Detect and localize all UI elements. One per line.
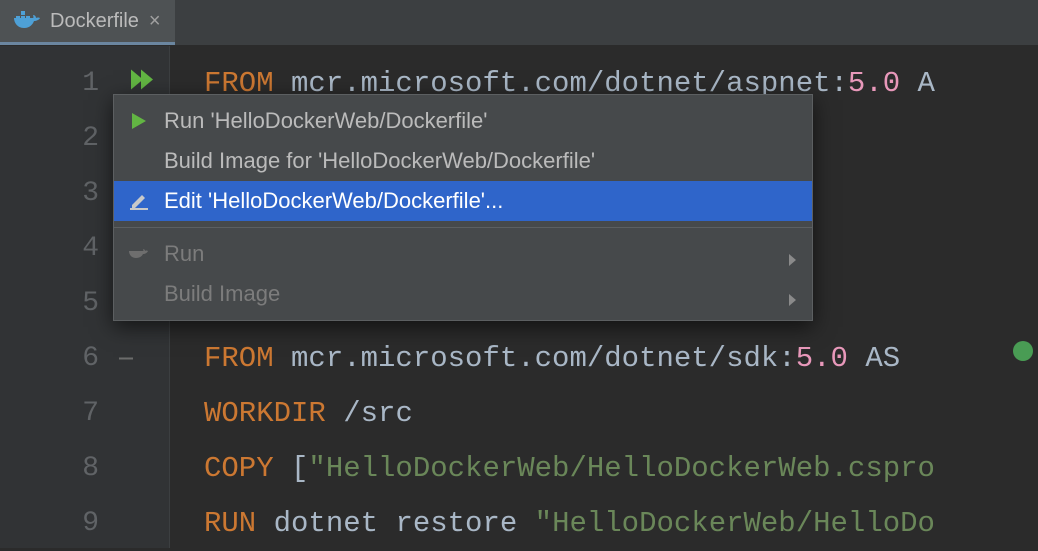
menu-separator xyxy=(114,227,812,228)
code-line: WORKDIR /src xyxy=(204,386,1038,441)
menu-run-sub[interactable]: Run xyxy=(114,234,812,274)
code-line: FROM mcr.microsoft.com/dotnet/sdk:5.0 AS xyxy=(204,331,1038,386)
tab-title: Dockerfile xyxy=(50,10,139,33)
code-line: COPY ["HelloDockerWeb/HelloDockerWeb.csp… xyxy=(204,441,1038,496)
menu-label: Build Image xyxy=(164,281,780,307)
context-menu: Run 'HelloDockerWeb/Dockerfile' Build Im… xyxy=(113,94,813,321)
tab-dockerfile[interactable]: Dockerfile × xyxy=(0,0,175,45)
menu-label: Build Image for 'HelloDockerWeb/Dockerfi… xyxy=(164,148,794,174)
close-icon[interactable]: × xyxy=(149,11,161,31)
line-number: 6 xyxy=(0,331,169,386)
menu-label: Run 'HelloDockerWeb/Dockerfile' xyxy=(164,108,794,134)
tab-bar: Dockerfile × xyxy=(0,0,1038,46)
pencil-icon xyxy=(128,192,150,210)
fold-icon[interactable] xyxy=(119,343,133,374)
line-number: 7 xyxy=(0,386,169,441)
docker-run-icon xyxy=(128,246,150,262)
menu-build-sub[interactable]: Build Image xyxy=(114,274,812,314)
menu-edit-config[interactable]: Edit 'HelloDockerWeb/Dockerfile'... xyxy=(114,181,812,221)
code-line: RUN dotnet restore "HelloDockerWeb/Hello… xyxy=(204,496,1038,551)
menu-run[interactable]: Run 'HelloDockerWeb/Dockerfile' xyxy=(114,101,812,141)
play-icon xyxy=(128,113,150,129)
hint-icon[interactable] xyxy=(1012,340,1034,367)
menu-label: Edit 'HelloDockerWeb/Dockerfile'... xyxy=(164,188,794,214)
line-number: 8 xyxy=(0,441,169,496)
line-number: 9 xyxy=(0,496,169,551)
menu-build-image[interactable]: Build Image for 'HelloDockerWeb/Dockerfi… xyxy=(114,141,812,181)
docker-icon xyxy=(14,8,40,34)
menu-label: Run xyxy=(164,241,780,267)
